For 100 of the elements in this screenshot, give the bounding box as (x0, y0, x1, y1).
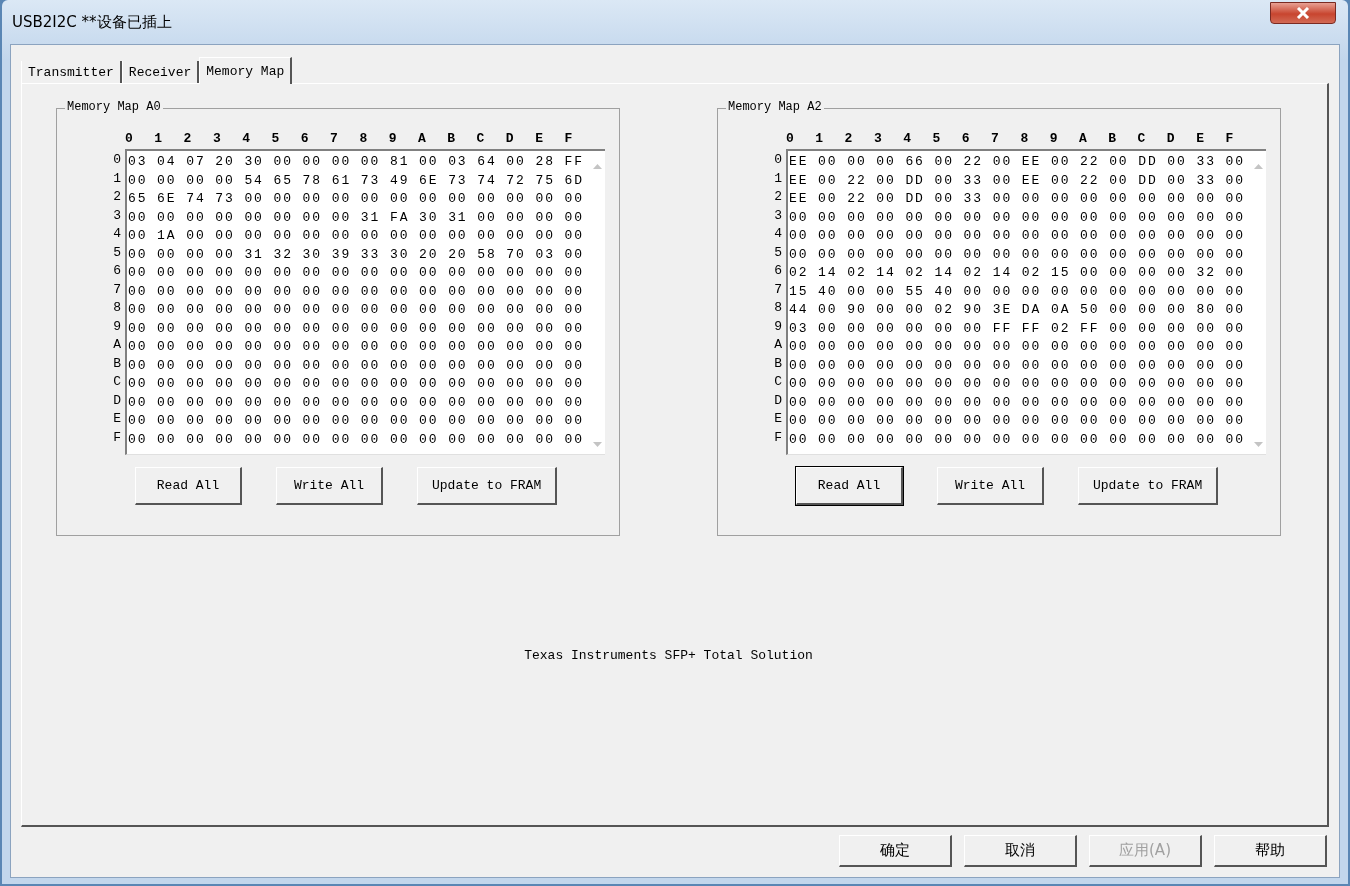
column-header: C (476, 130, 486, 146)
column-header: D (1166, 130, 1176, 146)
row-header: C (774, 373, 782, 391)
hex-row: 00 00 00 00 00 00 00 00 00 00 00 00 00 00 00 00 (128, 319, 584, 338)
hex-row: 00 00 00 00 00 00 00 00 00 00 00 00 00 00 00 00 (789, 430, 1245, 449)
dialog-button[interactable]: 确定 (839, 835, 952, 867)
column-header: 4 (903, 130, 912, 146)
row-header: 2 (113, 188, 121, 206)
row-header: 0 (113, 151, 121, 169)
column-header: 7 (991, 130, 1000, 146)
column-header: 5 (271, 130, 281, 146)
column-header: 0 (125, 130, 134, 146)
hex-row-text: EE 00 22 00 DD 00 33 00 00 00 00 00 00 00 00 00 (789, 190, 1245, 208)
row-header: 4 (774, 225, 782, 243)
column-header: 2 (183, 130, 193, 146)
hex-row-text: EE 00 00 00 66 00 22 00 EE 00 22 00 DD 00 33 00 (789, 153, 1245, 171)
column-header: E (1196, 130, 1205, 146)
hex-text-area[interactable] (786, 149, 1266, 455)
column-header: 9 (388, 130, 398, 146)
hex-row: 00 00 00 00 00 00 00 00 00 00 00 00 00 00 00 00 (128, 430, 584, 449)
action-button[interactable]: Update to FRAM (417, 467, 558, 505)
hex-row-text: 00 00 00 00 00 00 00 00 00 00 00 00 00 00 00 00 (128, 338, 584, 356)
group-title: Memory Map A2 (726, 100, 824, 114)
hex-row: 00 00 00 00 00 00 00 00 00 00 00 00 00 00 00 00 (128, 356, 584, 375)
row-header: 3 (774, 206, 782, 225)
row-header: 9 (774, 317, 782, 336)
row-header: C (113, 373, 121, 391)
row-header: 7 (113, 280, 121, 299)
hex-row: 00 00 00 00 00 00 00 00 31 FA 30 31 00 00 00 00 (128, 208, 584, 227)
hex-row: 00 00 00 00 00 00 00 00 00 00 00 00 00 00 00 00 (789, 208, 1245, 227)
column-header: 3 (873, 130, 883, 146)
hex-row: 00 00 00 00 54 65 78 61 73 49 6E 73 74 72 75 6D (128, 171, 584, 190)
row-header: 8 (113, 299, 121, 317)
hex-row-text: 44 00 90 00 00 02 90 3E DA 0A 50 00 00 00 80 00 (789, 301, 1245, 319)
action-button[interactable]: Write All (276, 467, 383, 505)
action-button[interactable]: Read All (135, 467, 242, 505)
hex-row: 00 00 00 00 00 00 00 00 00 00 00 00 00 00 00 00 (128, 393, 584, 412)
column-header: 1 (154, 130, 164, 146)
column-header: 4 (242, 130, 251, 146)
column-header: F (1225, 130, 1235, 146)
footer-text: Texas Instruments SFP+ Total Solution (524, 648, 813, 665)
row-header: A (774, 336, 782, 354)
hex-row-text: 00 00 00 00 00 00 00 00 00 00 00 00 00 00 00 00 (128, 412, 584, 430)
window-title: USB2I2C **设备已插上 (11, 12, 172, 32)
column-header: 9 (1049, 130, 1059, 146)
row-header: 0 (774, 151, 782, 169)
group-title: Memory Map A0 (65, 100, 163, 114)
column-header: 6 (300, 130, 310, 146)
scroll-down-icon[interactable] (592, 442, 602, 448)
hex-row: 00 00 00 00 00 00 00 00 00 00 00 00 00 00 00 00 (789, 245, 1245, 264)
hex-row-text: 00 00 00 00 00 00 00 00 00 00 00 00 00 00 00 00 (789, 227, 1245, 245)
row-header: B (113, 354, 121, 373)
action-button[interactable]: Write All (937, 467, 1044, 505)
hex-row: 03 00 00 00 00 00 00 FF FF 02 FF 00 00 00 00 00 (789, 319, 1245, 338)
close-icon (1296, 7, 1310, 19)
hex-row: 00 00 00 00 00 00 00 00 00 00 00 00 00 00 00 00 (128, 282, 584, 301)
hex-row-text: 00 00 00 00 00 00 00 00 00 00 00 00 00 00 00 00 (128, 264, 584, 282)
scroll-up-icon[interactable] (592, 163, 602, 169)
column-header: A (1078, 130, 1088, 146)
row-header: 4 (113, 225, 121, 243)
dialog-button[interactable]: 取消 (964, 835, 1077, 867)
scroll-up-icon[interactable] (1253, 163, 1263, 169)
row-header: D (113, 391, 121, 410)
column-header: 6 (961, 130, 971, 146)
column-header: F (564, 130, 574, 146)
dialog-button[interactable]: 帮助 (1214, 835, 1327, 867)
tab[interactable]: Memory Map (199, 57, 293, 84)
column-header: 3 (212, 130, 222, 146)
hex-row: EE 00 22 00 DD 00 33 00 EE 00 22 00 DD 00 33 00 (789, 171, 1245, 190)
hex-row-text: 03 04 07 20 30 00 00 00 00 81 00 03 64 00 28 FF (128, 153, 584, 171)
tab[interactable]: Transmitter (21, 61, 122, 83)
column-header: C (1137, 130, 1147, 146)
close-button[interactable] (1270, 2, 1336, 24)
row-header: E (113, 410, 121, 428)
column-header: B (447, 130, 457, 146)
row-header: F (113, 428, 121, 447)
hex-text-area[interactable] (125, 149, 605, 455)
hex-row-text: 00 00 00 00 00 00 00 00 00 00 00 00 00 00 00 00 (789, 412, 1245, 430)
hex-row-text: 00 00 00 00 00 00 00 00 00 00 00 00 00 00 00 00 (789, 338, 1245, 356)
row-header: 5 (113, 243, 121, 262)
hex-row: 00 00 00 00 00 00 00 00 00 00 00 00 00 00 00 00 (789, 393, 1245, 412)
action-button[interactable]: Read All (796, 467, 903, 505)
hex-row-text: 00 00 00 00 00 00 00 00 00 00 00 00 00 00 00 00 (128, 375, 584, 393)
column-header: D (505, 130, 515, 146)
hex-row: 00 00 00 00 31 32 30 39 33 30 20 20 58 70 03 00 (128, 245, 584, 264)
tab[interactable]: Receiver (121, 61, 200, 83)
column-header: 7 (330, 130, 339, 146)
row-header: D (774, 391, 782, 410)
column-header: 8 (1020, 130, 1030, 146)
hex-row-text: 00 00 00 00 00 00 00 00 00 00 00 00 00 00 00 00 (789, 375, 1245, 393)
hex-row: 00 00 00 00 00 00 00 00 00 00 00 00 00 00 00 00 (789, 356, 1245, 375)
hex-row-text: 02 14 02 14 02 14 02 14 02 15 00 00 00 00 32 00 (789, 264, 1245, 282)
scroll-down-icon[interactable] (1253, 442, 1263, 448)
row-header: 2 (774, 188, 782, 206)
row-header: 9 (113, 317, 121, 336)
column-header: E (535, 130, 544, 146)
row-header: 8 (774, 299, 782, 317)
row-header: E (774, 410, 782, 428)
hex-row-text: 65 6E 74 73 00 00 00 00 00 00 00 00 00 00 00 00 (128, 190, 584, 208)
action-button[interactable]: Update to FRAM (1078, 467, 1219, 505)
